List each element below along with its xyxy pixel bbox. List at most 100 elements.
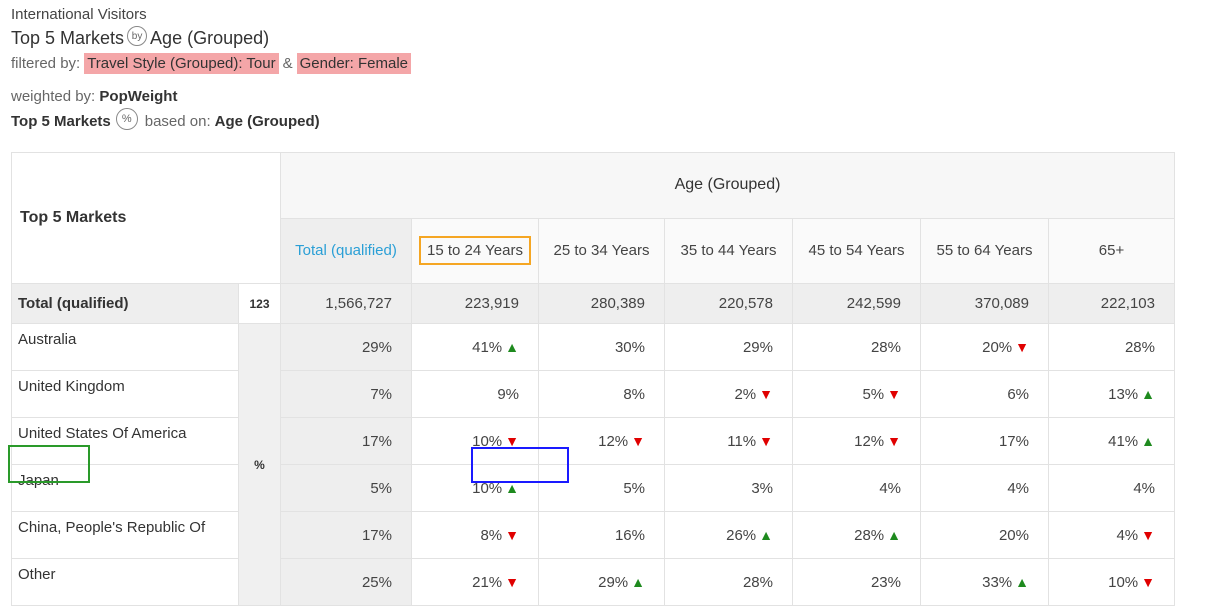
- by-swap-icon[interactable]: by: [127, 26, 148, 46]
- triangle-down-icon: ▼: [631, 432, 645, 449]
- data-cell: 29%: [664, 323, 793, 371]
- report-header: International Visitors Top 5 Markets by …: [11, 6, 413, 132]
- data-cell: 17%: [280, 511, 412, 559]
- row-variable-header[interactable]: Top 5 Markets: [11, 152, 281, 284]
- column-header-total[interactable]: Total (qualified): [280, 217, 412, 284]
- table-row: United Kingdom 7% 9% 8% 2% ▼ 5% ▼ 6% 13% ▲: [11, 370, 1175, 418]
- cell-value: 8%: [623, 385, 645, 403]
- data-cell: 12% ▼: [792, 417, 921, 465]
- cell-value: 10%: [472, 432, 503, 450]
- cell-value: 6%: [1007, 385, 1029, 403]
- data-cell: 6%: [920, 370, 1049, 418]
- cell-value: 41%: [1108, 432, 1139, 450]
- data-cell: 41% ▲: [411, 323, 539, 371]
- based-on-value: Age (Grouped): [214, 112, 320, 130]
- triangle-down-icon: ▼: [505, 526, 519, 543]
- cell-value: 25%: [361, 573, 392, 591]
- data-cell: 2% ▼: [664, 370, 793, 418]
- column-header-55-64[interactable]: 55 to 64 Years: [920, 217, 1049, 284]
- data-cell: 13% ▲: [1048, 370, 1175, 418]
- data-cell: 7%: [280, 370, 412, 418]
- total-row-label[interactable]: Total (qualified): [11, 283, 239, 324]
- filter-line: filtered by: Travel Style (Grouped): Tou…: [11, 53, 413, 74]
- data-cell: 25%: [280, 558, 412, 606]
- total-cell: 220,578: [664, 283, 793, 324]
- table-row: United States Of America 17% 10% ▼ 12% ▼ 11% ▼ 1…: [11, 417, 1175, 465]
- data-cell: 8% ▼: [411, 511, 539, 559]
- data-cell: 5%: [280, 464, 412, 512]
- data-cell: 41% ▲: [1048, 417, 1175, 465]
- count-unit-label: 123: [238, 283, 281, 324]
- total-cell: 1,566,727: [280, 283, 412, 324]
- cell-value: 23%: [870, 573, 901, 591]
- weight-prefix: weighted by:: [11, 88, 96, 105]
- row-label[interactable]: United States Of America: [11, 417, 239, 465]
- column-header-25-34[interactable]: 25 to 34 Years: [538, 217, 665, 284]
- cell-value: 17%: [361, 526, 392, 544]
- filter-joiner: &: [282, 55, 293, 72]
- row-label[interactable]: China, People's Republic Of: [11, 511, 239, 559]
- cell-value: 2%: [734, 385, 757, 403]
- column-header-65-plus[interactable]: 65+: [1048, 217, 1175, 284]
- table-row: Japan 5% 10% ▲ 5% 3% 4% 4% 4%: [11, 464, 1175, 512]
- data-cell: 4%: [792, 464, 921, 512]
- row-label[interactable]: Japan: [11, 464, 239, 512]
- data-cell: 11% ▼: [664, 417, 793, 465]
- cell-value: 16%: [614, 526, 645, 544]
- table-row: Australia% 29% 41% ▲ 30% 29% 28% 20% ▼ 28%: [11, 323, 1175, 606]
- column-variable-header[interactable]: Age (Grouped): [280, 152, 1175, 219]
- data-cell: 28% ▲: [792, 511, 921, 559]
- filter-chip-travel-style[interactable]: Travel Style (Grouped): Tour: [84, 53, 279, 74]
- weight-value[interactable]: PopWeight: [99, 88, 177, 105]
- column-header-15-24[interactable]: 15 to 24 Years: [411, 217, 539, 284]
- data-cell: 12% ▼: [538, 417, 665, 465]
- data-cell: 28%: [1048, 323, 1175, 371]
- row-label[interactable]: Australia: [11, 323, 239, 371]
- column-header-35-44[interactable]: 35 to 44 Years: [664, 217, 793, 284]
- data-cell: 5% ▼: [792, 370, 921, 418]
- cell-value: 12%: [854, 432, 885, 450]
- data-cell: 23%: [792, 558, 921, 606]
- row-label[interactable]: Other: [11, 558, 239, 606]
- cell-value: 17%: [361, 432, 392, 450]
- triangle-up-icon: ▲: [887, 526, 901, 543]
- data-cell: 20% ▼: [920, 323, 1049, 371]
- data-cell: 10% ▲: [411, 464, 539, 512]
- data-cell: 28%: [664, 558, 793, 606]
- data-cell: 21% ▼: [411, 558, 539, 606]
- title-columns-label[interactable]: Age (Grouped): [150, 26, 269, 50]
- based-on-prefix: based on:: [144, 112, 211, 130]
- cell-value: 28%: [870, 338, 901, 356]
- cell-value: 11%: [727, 432, 757, 450]
- data-cell: 4%: [1048, 464, 1175, 512]
- percent-swap-icon[interactable]: %: [115, 108, 138, 130]
- report-subtitle: International Visitors: [11, 6, 147, 23]
- data-cell: 33% ▲: [920, 558, 1049, 606]
- crosstab-table: Top 5 Markets Age (Grouped) Total (quali…: [11, 152, 1175, 606]
- cell-value: 17%: [998, 432, 1029, 450]
- title-rows-label[interactable]: Top 5 Markets: [11, 26, 124, 50]
- cell-value: 4%: [1116, 526, 1139, 544]
- triangle-up-icon: ▲: [505, 479, 519, 496]
- cell-value: 5%: [623, 479, 645, 497]
- column-header-45-54[interactable]: 45 to 54 Years: [792, 217, 921, 284]
- filter-prefix: filtered by:: [11, 55, 81, 72]
- cell-value: 20%: [998, 526, 1029, 544]
- filter-chip-gender[interactable]: Gender: Female: [296, 53, 412, 74]
- data-cell: 30%: [538, 323, 665, 371]
- cell-value: 20%: [982, 338, 1013, 356]
- column-highlight-box: 15 to 24 Years: [419, 236, 531, 266]
- data-cell: 16%: [538, 511, 665, 559]
- cell-value: 28%: [742, 573, 773, 591]
- triangle-down-icon: ▼: [505, 432, 519, 449]
- cell-value: 4%: [1133, 479, 1155, 497]
- triangle-up-icon: ▲: [1015, 573, 1029, 590]
- percent-base-rows: Top 5 Markets: [11, 112, 111, 130]
- total-cell: 370,089: [920, 283, 1049, 324]
- cell-value: 7%: [370, 385, 392, 403]
- data-cell: 10% ▼: [1048, 558, 1175, 606]
- table-body: Australia% 29% 41% ▲ 30% 29% 28% 20% ▼ 28% United …: [11, 323, 1175, 606]
- row-label[interactable]: United Kingdom: [11, 370, 239, 418]
- cell-value: 28%: [854, 526, 885, 544]
- table-row: China, People's Republic Of 17% 8% ▼ 16% 26% ▲…: [11, 511, 1175, 559]
